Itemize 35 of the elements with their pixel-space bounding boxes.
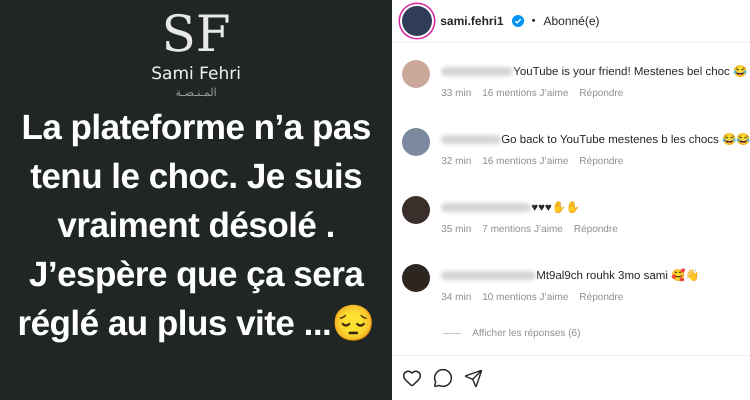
post-text-line: tenu le choc. Je suis xyxy=(30,156,362,198)
comment-text: ♥♥♥✋✋ xyxy=(531,200,580,214)
brand-subtitle: المـنـصـة xyxy=(176,86,217,99)
commenter-avatar[interactable] xyxy=(402,264,430,292)
commenter-avatar[interactable] xyxy=(402,196,430,224)
send-icon[interactable] xyxy=(464,368,484,388)
reply-link[interactable]: Répondre xyxy=(579,88,624,99)
post-text-line: réglé au plus vite ...😔 xyxy=(17,303,375,345)
reply-link[interactable]: Répondre xyxy=(579,156,624,167)
brand-name: Sami Fehri xyxy=(151,64,241,84)
comment-icon[interactable] xyxy=(433,368,454,388)
reply-link[interactable]: Répondre xyxy=(574,224,618,235)
comment-time: 34 min xyxy=(441,292,472,303)
separator: • xyxy=(532,15,536,27)
comment-time: 33 min xyxy=(441,88,472,99)
follow-status[interactable]: Abonné(e) xyxy=(543,14,600,28)
post-text-line: La plateforme n’a pas xyxy=(21,107,371,149)
comment-text: Mt9al9ch rouhk 3mo sami 🥰👋 xyxy=(536,268,700,282)
comment-text: Go back to YouTube mestenes b les chocs 😂😂 xyxy=(501,132,750,146)
username[interactable]: sami.fehri1 xyxy=(440,14,504,28)
logo: SF xyxy=(160,6,232,62)
blurred-username xyxy=(441,134,502,144)
view-replies-button[interactable]: Afficher les réponses (6) xyxy=(443,328,750,339)
comment-text: YouTube is your friend! Mestenes bel choc 😂 xyxy=(513,64,747,78)
post-text-line: vraiment désolé . xyxy=(57,205,335,247)
likes-link[interactable]: 16 mentions J’aime xyxy=(482,88,568,99)
heart-icon[interactable] xyxy=(402,368,422,388)
likes-link[interactable]: 7 mentions J’aime xyxy=(482,224,563,235)
profile-avatar[interactable] xyxy=(402,6,432,36)
likes-link[interactable]: 16 mentions J’aime xyxy=(482,156,568,167)
comment-time: 32 min xyxy=(441,156,472,167)
comment-time: 35 min xyxy=(441,224,472,235)
reply-link[interactable]: Répondre xyxy=(579,292,624,303)
likes-link[interactable]: 10 mentions J’aime xyxy=(482,292,568,303)
post-text-line: J’espère que ça sera xyxy=(28,254,364,296)
